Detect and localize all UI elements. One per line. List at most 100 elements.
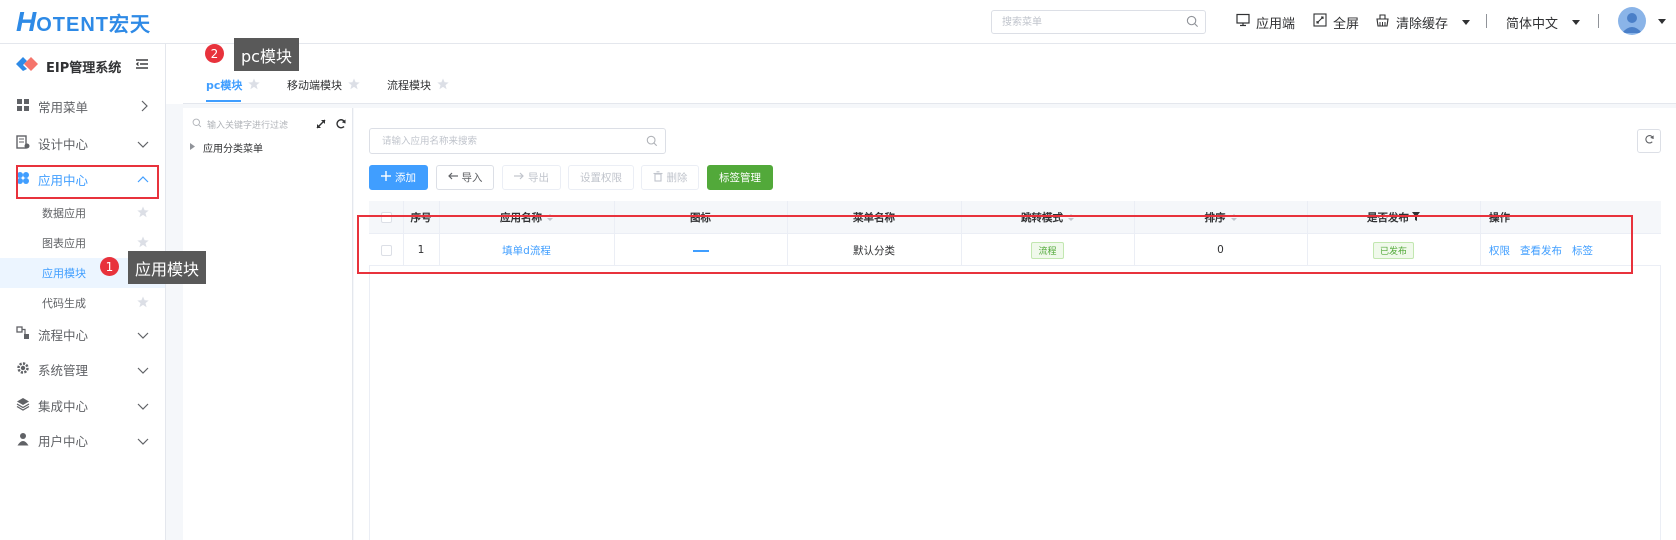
- export-button-label: 导出: [528, 172, 549, 184]
- sidebar-item-user-center[interactable]: 用户中心: [0, 423, 165, 457]
- set-permission-button[interactable]: 设置权限: [568, 165, 634, 190]
- star-icon[interactable]: [348, 78, 360, 93]
- annotation-tooltip: pc模块: [234, 38, 299, 71]
- tab-mobile-module[interactable]: 移动端模块: [287, 76, 360, 94]
- avatar[interactable]: [1618, 7, 1646, 35]
- app-search-box[interactable]: [369, 128, 666, 154]
- tab-pc-module[interactable]: pc模块: [206, 76, 261, 94]
- clear-cache-button[interactable]: 清除缓存: [1375, 12, 1471, 32]
- app-search-input[interactable]: [370, 129, 630, 153]
- header-divider: [1598, 14, 1599, 28]
- tab-flow-module[interactable]: 流程模块: [387, 76, 449, 94]
- star-icon[interactable]: [248, 78, 261, 93]
- star-icon[interactable]: [437, 78, 449, 93]
- step-marker: 1: [100, 257, 119, 276]
- tag-manage-button[interactable]: 标签管理: [707, 165, 773, 190]
- sidebar-item-flow-center[interactable]: 流程中心: [0, 317, 165, 351]
- flow-icon: [16, 325, 30, 343]
- add-button[interactable]: 添加: [369, 165, 428, 190]
- tab-label: 移动端模块: [287, 79, 342, 92]
- plus-icon: [381, 171, 391, 184]
- refresh-icon: [1644, 134, 1655, 148]
- search-icon[interactable]: [646, 135, 658, 150]
- chevron-down-icon: [137, 363, 149, 378]
- tree-node-root[interactable]: 应用分类菜单: [190, 140, 263, 155]
- caret-down-icon: [1572, 19, 1581, 25]
- tree-filter-placeholder: 输入关键字进行过滤: [207, 120, 289, 131]
- delete-button[interactable]: 删除: [641, 165, 699, 190]
- layers-icon: [16, 397, 30, 414]
- logo[interactable]: H OTENT宏天: [16, 6, 151, 37]
- user-icon: [16, 432, 30, 449]
- sidebar-item-design-center[interactable]: 设计中心: [0, 126, 165, 160]
- search-icon[interactable]: [1186, 15, 1199, 31]
- sidebar-item-label: 设计中心: [38, 136, 89, 152]
- gear-icon: [16, 361, 30, 378]
- tab-label: pc模块: [206, 79, 243, 92]
- trash-icon: [653, 170, 663, 185]
- table-refresh-button[interactable]: [1637, 129, 1661, 153]
- chevron-down-icon: [137, 399, 149, 414]
- highlight-box-app-center: [16, 165, 159, 199]
- tree-node-label: 应用分类菜单: [203, 144, 263, 155]
- highlight-box-table-row: [357, 215, 1633, 274]
- sidebar-subitem-label: 数据应用: [42, 207, 86, 220]
- delete-button-label: 删除: [666, 172, 688, 184]
- import-button[interactable]: 导入: [436, 165, 494, 190]
- language-label: 简体中文: [1506, 16, 1559, 32]
- language-select[interactable]: 简体中文: [1506, 12, 1581, 32]
- import-button-label: 导入: [461, 172, 483, 184]
- arrow-left-icon: [447, 171, 458, 184]
- add-button-label: 添加: [395, 172, 416, 184]
- caret-down-icon: [1462, 19, 1471, 25]
- clear-cache-label: 清除缓存: [1396, 16, 1449, 32]
- chevron-down-icon: [137, 137, 149, 152]
- sidebar-item-label: 常用菜单: [38, 99, 89, 115]
- annotation-tooltip: 应用模块: [128, 251, 207, 284]
- design-icon: [16, 134, 30, 152]
- set-permission-label: 设置权限: [580, 172, 622, 184]
- star-icon[interactable]: [137, 206, 149, 221]
- category-tree-panel: [183, 108, 353, 540]
- sidebar-item-label: 流程中心: [38, 327, 89, 343]
- caret-down-icon[interactable]: [1658, 19, 1666, 24]
- sidebar-subitem-code-gen[interactable]: 代码生成: [0, 288, 165, 318]
- arrow-right-icon: [514, 171, 524, 184]
- active-tab-indicator: [206, 100, 241, 102]
- header-divider: [1486, 14, 1487, 28]
- sidebar-subitem-label: 应用模块: [42, 267, 86, 280]
- collapse-menu-icon[interactable]: [135, 58, 148, 73]
- tab-label: 流程模块: [387, 79, 431, 92]
- menu-search-box[interactable]: [991, 10, 1206, 34]
- expand-icon[interactable]: [315, 118, 327, 133]
- sidebar-item-common-menu[interactable]: 常用菜单: [0, 89, 165, 123]
- tree-filter-input[interactable]: 输入关键字进行过滤: [192, 117, 288, 131]
- sidebar-item-label: 用户中心: [38, 433, 89, 449]
- sidebar-item-label: 系统管理: [38, 362, 89, 378]
- app-client-label: 应用端: [1256, 16, 1296, 32]
- tag-manage-label: 标签管理: [719, 172, 761, 184]
- logo-mark: H: [16, 6, 36, 37]
- system-title: EIP管理系统: [16, 56, 121, 76]
- sidebar-subitem-label: 图表应用: [42, 237, 86, 250]
- system-logo-icon: [16, 56, 38, 76]
- menu-search-input[interactable]: [992, 11, 1177, 33]
- fullscreen-icon: [1313, 13, 1327, 31]
- sidebar-item-system-management[interactable]: 系统管理: [0, 352, 165, 386]
- monitor-icon: [1236, 13, 1250, 31]
- app-client-button[interactable]: 应用端: [1236, 12, 1295, 32]
- caret-right-icon: [190, 142, 195, 153]
- export-button[interactable]: 导出: [502, 165, 561, 190]
- star-icon[interactable]: [137, 236, 149, 251]
- system-title-label: EIP管理系统: [46, 60, 122, 76]
- star-icon[interactable]: [137, 296, 149, 311]
- chevron-right-icon: [139, 100, 149, 115]
- search-icon: [192, 118, 202, 131]
- refresh-icon[interactable]: [335, 118, 347, 133]
- fullscreen-button[interactable]: 全屏: [1313, 12, 1359, 32]
- sidebar-item-integration-center[interactable]: 集成中心: [0, 388, 165, 422]
- sidebar-subitem-data-app[interactable]: 数据应用: [0, 198, 165, 228]
- sidebar-item-label: 集成中心: [38, 398, 89, 414]
- broom-icon: [1375, 13, 1390, 32]
- chevron-down-icon: [137, 434, 149, 449]
